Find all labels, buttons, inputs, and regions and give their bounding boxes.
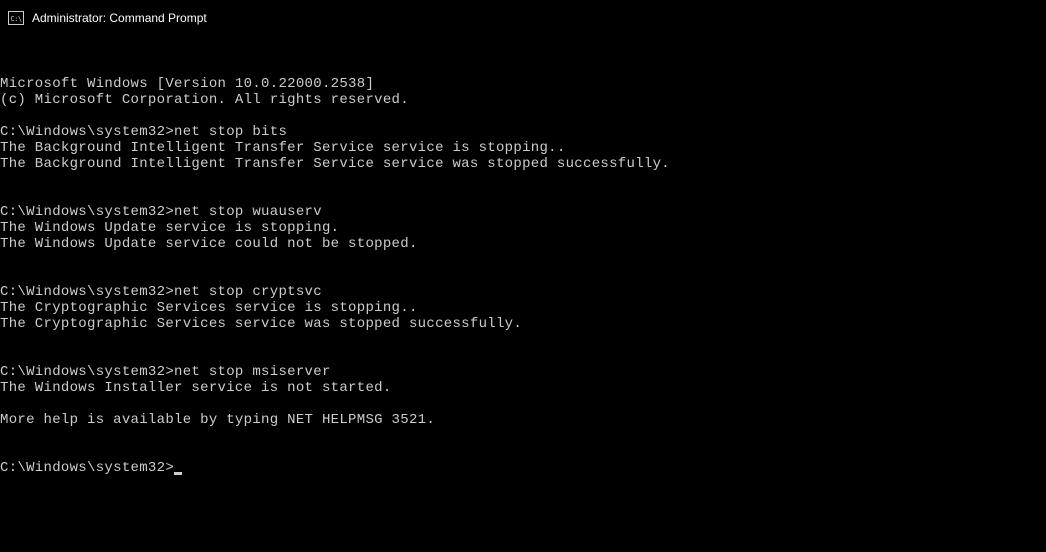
terminal-line [0, 268, 1046, 284]
window-title: Administrator: Command Prompt [32, 11, 207, 25]
terminal-line: The Cryptographic Services service is st… [0, 300, 1046, 316]
terminal-line [0, 428, 1046, 444]
terminal-line [0, 348, 1046, 364]
terminal-line [0, 332, 1046, 348]
terminal-line: Microsoft Windows [Version 10.0.22000.25… [0, 76, 1046, 92]
terminal-line: C:\Windows\system32>net stop cryptsvc [0, 284, 1046, 300]
terminal-line [0, 396, 1046, 412]
terminal-output[interactable]: Microsoft Windows [Version 10.0.22000.25… [0, 36, 1046, 492]
terminal-line: C:\Windows\system32>net stop wuauserv [0, 204, 1046, 220]
terminal-line [0, 252, 1046, 268]
terminal-line [0, 108, 1046, 124]
terminal-line: C:\Windows\system32>net stop bits [0, 124, 1046, 140]
terminal-line: The Windows Update service could not be … [0, 236, 1046, 252]
terminal-line: The Windows Update service is stopping. [0, 220, 1046, 236]
terminal-line: The Background Intelligent Transfer Serv… [0, 140, 1046, 156]
terminal-cursor [174, 472, 182, 475]
terminal-line [0, 188, 1046, 204]
terminal-line: (c) Microsoft Corporation. All rights re… [0, 92, 1046, 108]
terminal-line: More help is available by typing NET HEL… [0, 412, 1046, 428]
terminal-prompt: C:\Windows\system32> [0, 460, 174, 476]
terminal-line: The Windows Installer service is not sta… [0, 380, 1046, 396]
terminal-line [0, 172, 1046, 188]
terminal-line: The Background Intelligent Transfer Serv… [0, 156, 1046, 172]
cmd-icon: C:\ [8, 11, 24, 25]
window-titlebar[interactable]: C:\ Administrator: Command Prompt [0, 0, 1046, 36]
terminal-prompt-line: C:\Windows\system32> [0, 460, 1046, 476]
terminal-line [0, 444, 1046, 460]
terminal-line: C:\Windows\system32>net stop msiserver [0, 364, 1046, 380]
terminal-line: The Cryptographic Services service was s… [0, 316, 1046, 332]
